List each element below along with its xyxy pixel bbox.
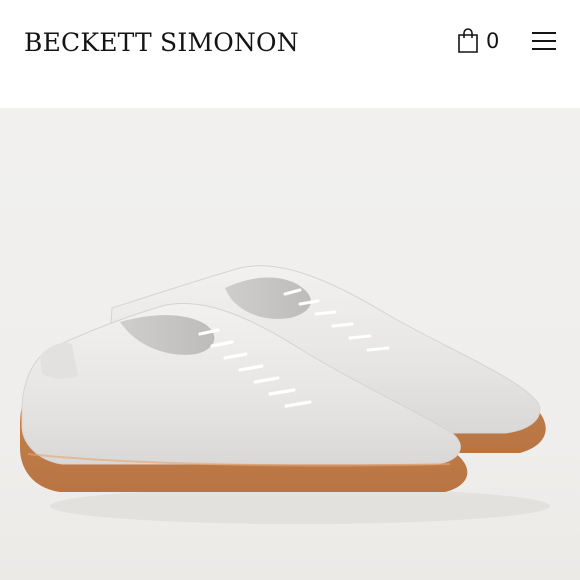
product-page: BECKETT SIMONON 0 [0,0,580,580]
menu-button[interactable] [532,30,558,52]
shopping-bag-icon [458,28,478,53]
sneakers-illustration [20,265,550,524]
cart-button[interactable]: 0 [456,26,499,56]
hamburger-menu-icon [532,32,556,34]
product-hero-image [0,108,580,580]
brand-logo[interactable]: BECKETT SIMONON [24,28,299,58]
site-header: BECKETT SIMONON 0 [0,0,580,108]
cart-count: 0 [486,29,500,53]
